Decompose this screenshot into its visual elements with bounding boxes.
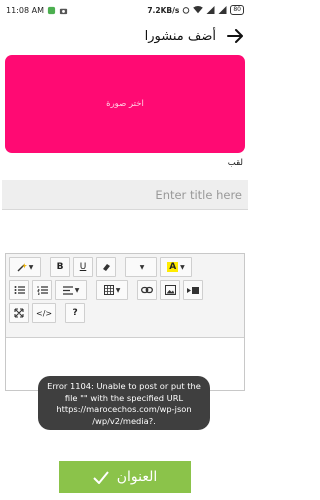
status-bar: 11:08 AM 7.2KB/s 80 xyxy=(0,0,250,20)
battery-indicator: 80 xyxy=(230,5,244,15)
net-speed: 7.2KB/s xyxy=(147,5,180,15)
align-left-icon xyxy=(62,285,73,295)
table-button[interactable]: ▼ xyxy=(96,280,128,300)
title-label: لقب xyxy=(227,158,243,168)
camera-icon xyxy=(59,8,68,14)
error-toast: Error 1104: Unable to post or put the fi… xyxy=(38,376,210,430)
align-button[interactable]: ▼ xyxy=(55,280,87,300)
submit-label: العنوان xyxy=(116,469,158,485)
toolbar-row-2: ▼ ▼ xyxy=(9,280,241,300)
rich-text-editor: ▼ B U ▼ A ▼ ▼ ▼ </> ? xyxy=(5,253,245,391)
bold-label: B xyxy=(56,262,64,272)
bold-button[interactable]: B xyxy=(50,257,70,277)
caret-down-icon: ▼ xyxy=(139,263,145,271)
wifi-icon xyxy=(193,6,204,14)
unordered-list-button[interactable] xyxy=(9,280,29,300)
status-left: 11:08 AM xyxy=(6,6,68,15)
font-size-button[interactable]: ▼ xyxy=(125,257,157,277)
text-color-button[interactable]: A ▼ xyxy=(160,257,192,277)
help-button[interactable]: ? xyxy=(65,303,86,323)
link-icon xyxy=(141,286,153,294)
code-view-label: </> xyxy=(36,308,53,318)
fullscreen-button[interactable] xyxy=(9,303,29,323)
app-bar: أضف منشورا xyxy=(0,22,250,50)
video-icon xyxy=(187,286,199,294)
caret-down-icon: ▼ xyxy=(115,286,121,294)
toast-message: Error 1104: Unable to post or put the fi… xyxy=(47,381,201,426)
image-picker-label: اختر صورة xyxy=(106,99,144,109)
picture-icon xyxy=(164,285,176,295)
signal-icon-2 xyxy=(218,6,227,14)
notification-icon xyxy=(47,6,56,14)
ordered-list-icon xyxy=(37,286,48,295)
arrow-back-icon[interactable] xyxy=(226,27,244,45)
underline-label: U xyxy=(79,262,87,272)
caret-down-icon: ▼ xyxy=(28,263,34,271)
alarm-icon xyxy=(183,7,190,14)
eraser-icon xyxy=(103,264,110,271)
help-label: ? xyxy=(72,308,78,318)
checkmark-icon xyxy=(93,470,109,484)
unordered-list-icon xyxy=(14,286,25,294)
toolbar-row-1: ▼ B U ▼ A ▼ xyxy=(9,257,241,277)
signal-icon xyxy=(206,6,215,14)
table-icon xyxy=(103,285,114,295)
code-view-button[interactable]: </> xyxy=(32,303,57,323)
toolbar-row-3: </> ? xyxy=(9,303,241,323)
magic-wand-icon xyxy=(17,263,27,272)
magic-wand-button[interactable]: ▼ xyxy=(9,257,41,277)
editor-toolbar: ▼ B U ▼ A ▼ ▼ ▼ </> ? xyxy=(6,254,244,338)
text-color-icon: A xyxy=(167,262,179,272)
caret-down-icon: ▼ xyxy=(74,286,80,294)
link-button[interactable] xyxy=(137,280,157,300)
underline-button[interactable]: U xyxy=(73,257,93,277)
submit-button[interactable]: العنوان xyxy=(59,461,191,493)
clock: 11:08 AM xyxy=(6,5,44,15)
eraser-button[interactable] xyxy=(96,257,116,277)
fullscreen-icon xyxy=(14,308,24,318)
title-input[interactable] xyxy=(2,180,248,210)
picture-button[interactable] xyxy=(160,280,180,300)
status-right: 7.2KB/s 80 xyxy=(147,5,244,15)
caret-down-icon: ▼ xyxy=(180,263,185,271)
image-picker-button[interactable]: اختر صورة xyxy=(5,55,245,153)
ordered-list-button[interactable] xyxy=(32,280,52,300)
page-title: أضف منشورا xyxy=(144,28,216,44)
video-button[interactable] xyxy=(183,280,203,300)
